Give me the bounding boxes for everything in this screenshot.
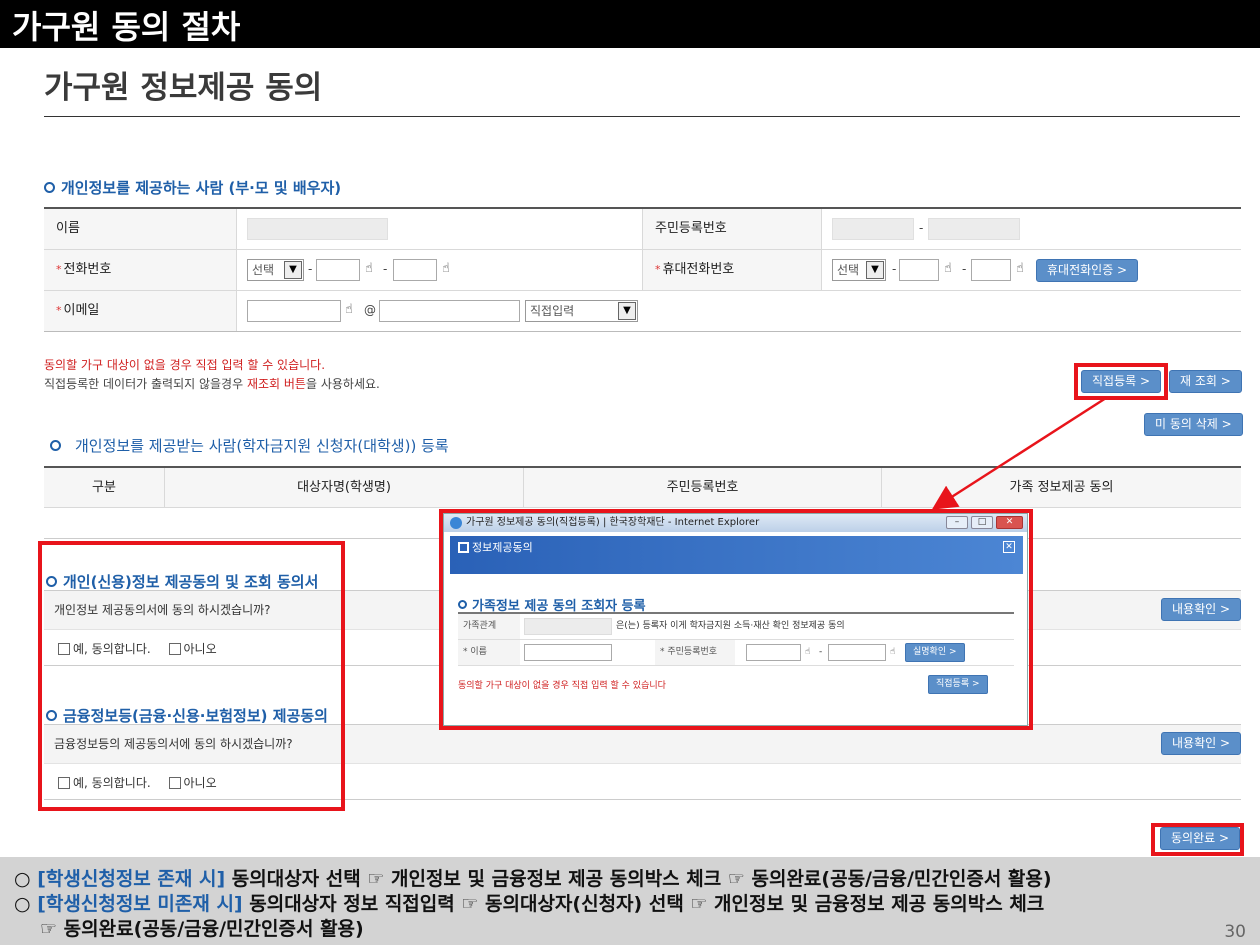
instruction-line-3: ☞ 동의완료(공동/금융/민간인증서 활용) [40,918,364,940]
instruction-line-1: ○ [학생신청정보 존재 시] 동의대상자 선택 ☞ 개인정보 및 금융정보 제… [14,868,1052,890]
instruction-line-2: ○ [학생신청정보 미존재 시] 동의대상자 정보 직접입력 ☞ 동의대상자(신… [14,893,1045,915]
callout-arrow [931,396,1107,510]
instruction-footer: ○ [학생신청정보 존재 시] 동의대상자 선택 ☞ 개인정보 및 금융정보 제… [0,857,1260,945]
page-number: 30 [1224,922,1246,942]
